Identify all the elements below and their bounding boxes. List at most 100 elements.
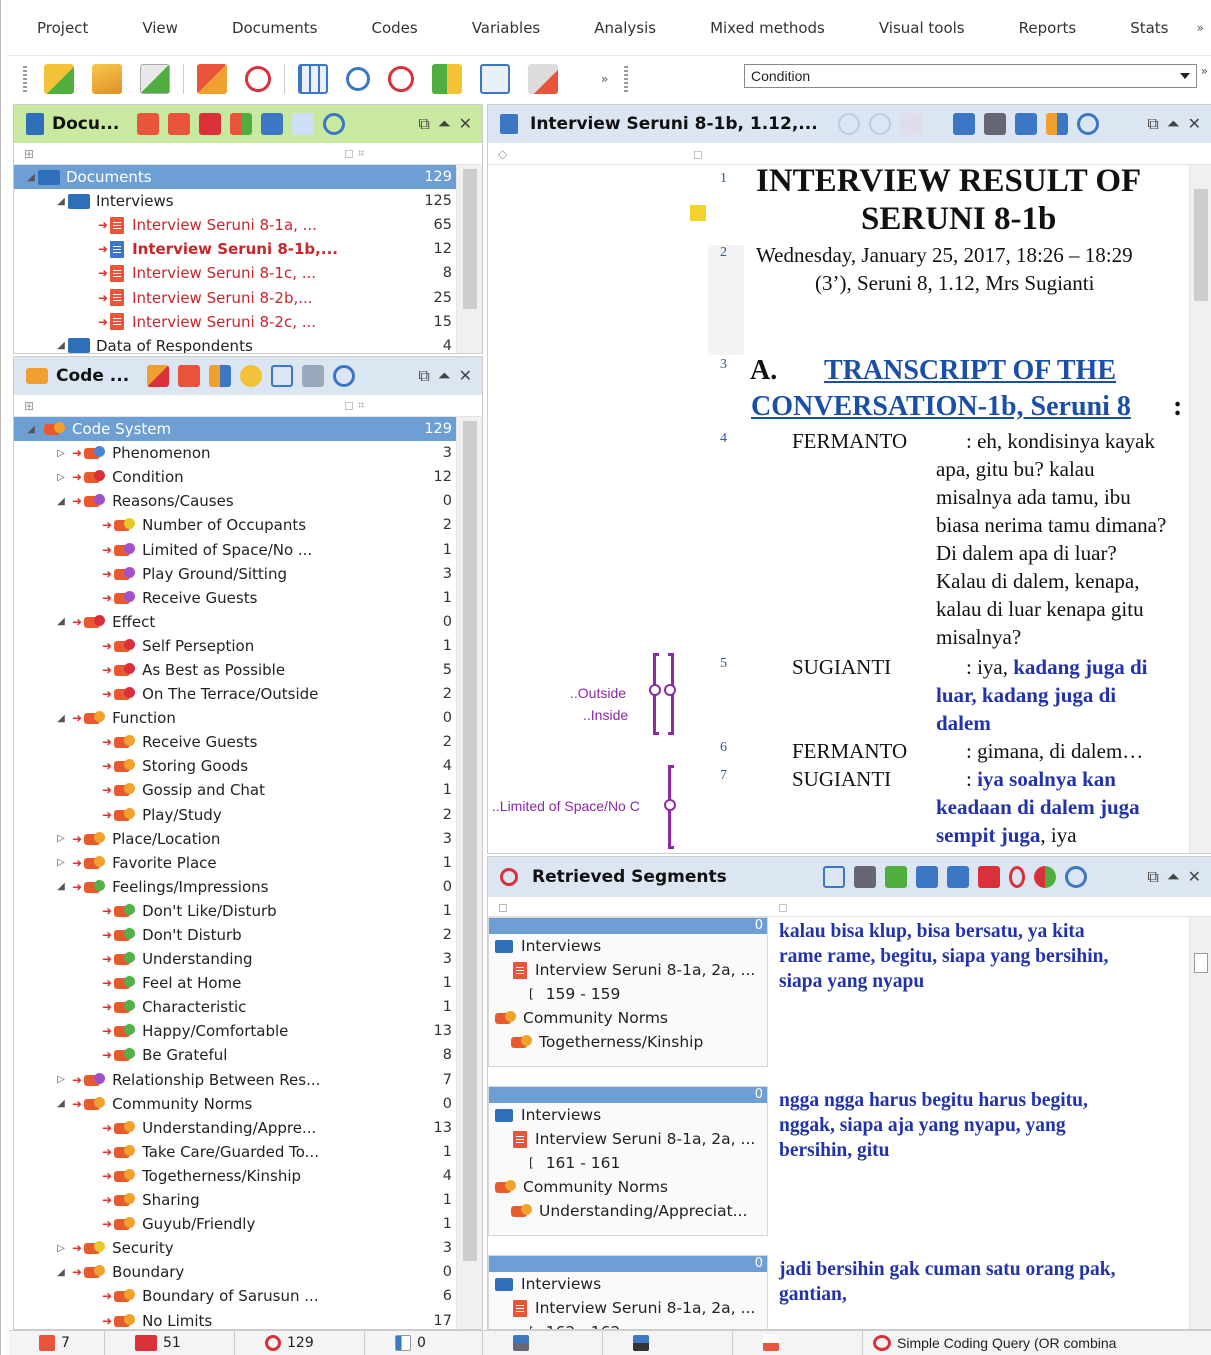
maximize-icon[interactable]: ⏶ <box>438 366 451 386</box>
import-media-icon[interactable] <box>230 113 253 135</box>
coded-text[interactable]: iya soalnya kan <box>977 767 1116 791</box>
code-set-icon[interactable] <box>178 365 201 387</box>
menu-visual-tools[interactable]: Visual tools <box>852 19 992 37</box>
status-user[interactable] <box>483 1330 603 1355</box>
status-segments[interactable]: 129 <box>235 1330 365 1355</box>
code-row[interactable]: ◢ ➜ Function 0 <box>14 706 482 730</box>
tree-options-icon[interactable]: ⊞ <box>24 147 34 161</box>
overview-table-icon[interactable] <box>298 64 328 94</box>
toolbar-overflow-icon[interactable]: » <box>1201 64 1208 78</box>
stripe-node-icon[interactable] <box>664 684 676 696</box>
segment-text[interactable]: jadi bersihin gak cuman satu orang pak, g… <box>779 1257 1115 1307</box>
tree-row[interactable]: ◢ Interviews 125 <box>14 189 482 213</box>
segment-text[interactable]: kalau bisa klup, bisa bersatu, ya kita ra… <box>779 919 1108 994</box>
code-row[interactable]: ➜ Characteristic 1 <box>14 995 482 1019</box>
code-row[interactable]: ➜ Number of Occupants 2 <box>14 513 482 537</box>
menu-stats[interactable]: Stats <box>1103 19 1195 37</box>
export-icon[interactable] <box>946 866 969 888</box>
condition-select[interactable]: Condition <box>744 64 1197 88</box>
expand-icon[interactable]: ◢ <box>54 496 68 507</box>
code-tree-scrollbar[interactable] <box>456 417 482 1329</box>
code-row[interactable]: ▷ ➜ Phenomenon 3 <box>14 441 482 465</box>
maximize-icon[interactable]: ⏶ <box>438 114 451 134</box>
status-memos[interactable]: 0 <box>365 1330 483 1355</box>
expand-icon[interactable]: ◢ <box>54 196 68 207</box>
menu-documents[interactable]: Documents <box>205 19 345 37</box>
expand-icon[interactable]: ◢ <box>54 713 68 724</box>
code-row[interactable]: ▷ ➜ Place/Location 3 <box>14 827 482 851</box>
open-project-icon[interactable] <box>92 64 122 94</box>
column-toggle-icon[interactable]: ◻ ⌗ <box>344 398 365 413</box>
close-icon[interactable]: ✕ <box>1188 114 1201 134</box>
tree-row[interactable]: ◢ Documents 129 <box>14 165 482 190</box>
close-icon[interactable]: ✕ <box>459 366 472 386</box>
expand-icon[interactable]: ▷ <box>54 1074 68 1085</box>
code-row[interactable]: ➜ Gossip and Chat 1 <box>14 778 482 802</box>
code-row[interactable]: ➜ Storing Goods 4 <box>14 754 482 778</box>
code-row[interactable]: ➜ Guyub/Friendly 1 <box>14 1212 482 1236</box>
expand-icon[interactable]: ▷ <box>54 1243 68 1254</box>
tree-row[interactable]: ➜ Interview Seruni 8-1c, ... 8 <box>14 261 482 285</box>
code-row[interactable]: ➜ Understanding 3 <box>14 947 482 971</box>
new-project-icon[interactable] <box>44 64 74 94</box>
code-row[interactable]: ➜ Play Ground/Sitting 3 <box>14 562 482 586</box>
undock-icon[interactable]: ⧉ <box>1147 867 1158 887</box>
code-row[interactable]: ▷ ➜ Condition 12 <box>14 465 482 489</box>
search-icon[interactable] <box>323 113 346 135</box>
code-row[interactable]: ➜ Play/Study 2 <box>14 803 482 827</box>
edit-mode-icon[interactable] <box>952 113 975 135</box>
code-row[interactable]: ➜ As Best as Possible 5 <box>14 658 482 682</box>
code-row[interactable]: ➜ Boundary of Sarusun ... 6 <box>14 1284 482 1308</box>
import-icon[interactable] <box>140 64 170 94</box>
section-link[interactable]: CONVERSATION-1b, Seruni 8 <box>751 391 1131 423</box>
tree-options-icon[interactable]: ⊞ <box>24 399 34 413</box>
code-row[interactable]: ▷ ➜ Favorite Place 1 <box>14 851 482 875</box>
coding-query-icon[interactable] <box>245 66 271 92</box>
expand-icon[interactable]: ▷ <box>54 472 68 483</box>
code-row[interactable]: ◢ ➜ Effect 0 <box>14 610 482 634</box>
stripe-node-icon[interactable] <box>649 684 661 696</box>
zoom-in-icon[interactable] <box>837 113 860 135</box>
status-weight[interactable] <box>603 1330 733 1355</box>
menu-reports[interactable]: Reports <box>992 19 1104 37</box>
menu-overflow-icon[interactable]: » <box>1197 21 1204 35</box>
coded-text[interactable]: kadang juga di <box>1013 655 1147 679</box>
code-row[interactable]: ➜ Be Grateful 8 <box>14 1043 482 1067</box>
expand-icon[interactable]: ◢ <box>54 616 68 627</box>
code-matrix-icon[interactable] <box>432 64 462 94</box>
section-link[interactable]: TRANSCRIPT OF THE <box>824 355 1116 387</box>
scroll-thumb[interactable] <box>1194 953 1208 973</box>
code-row[interactable]: ➜ Feel at Home 1 <box>14 971 482 995</box>
status-documents[interactable]: 7 <box>9 1330 105 1355</box>
export-html-icon[interactable] <box>915 866 938 888</box>
code-row[interactable]: ◢ Code System 129 <box>14 417 482 442</box>
status-codes[interactable]: 51 <box>105 1330 235 1355</box>
menu-project[interactable]: Project <box>9 19 115 37</box>
import-pdf-icon[interactable] <box>199 113 222 135</box>
code-row[interactable]: ▷ ➜ Security 3 <box>14 1236 482 1260</box>
zoom-reset-icon[interactable] <box>899 113 922 135</box>
segment-text[interactable]: ngga ngga harus begitu harus begitu, ngga… <box>779 1088 1088 1163</box>
emoticode-icon[interactable] <box>240 365 263 387</box>
coded-text[interactable]: keadaan di dalem juga <box>936 795 1140 820</box>
memo-icon[interactable] <box>690 205 706 221</box>
new-folder-icon[interactable] <box>261 113 284 135</box>
print-icon[interactable] <box>853 866 876 888</box>
segment-label-outside[interactable]: ..Outside <box>570 685 626 701</box>
smart-publisher-icon[interactable] <box>977 866 1000 888</box>
segment-source[interactable]: 0 Interviews Interview Seruni 8-1a, 2a, ..… <box>488 1255 768 1329</box>
menu-codes[interactable]: Codes <box>344 19 444 37</box>
activate-icon[interactable] <box>292 113 315 135</box>
segments-scrollbar[interactable] <box>1189 917 1211 1329</box>
code-row[interactable]: ◢ ➜ Reasons/Causes 0 <box>14 489 482 513</box>
expand-icon[interactable]: ▷ <box>54 857 68 868</box>
coded-text[interactable]: luar, kadang juga di <box>936 683 1116 708</box>
toolbar-grip-icon[interactable] <box>624 66 629 92</box>
import-codes-icon[interactable] <box>209 365 232 387</box>
code-row[interactable]: ➜ Self Perseption 1 <box>14 634 482 658</box>
expand-icon[interactable]: ◢ <box>24 172 38 183</box>
code-row[interactable]: ➜ Limited of Space/No ... 1 <box>14 537 482 561</box>
code-row[interactable]: ➜ Receive Guests 1 <box>14 586 482 610</box>
undo-coding-icon[interactable] <box>197 64 227 94</box>
zoom-out-icon[interactable] <box>868 113 891 135</box>
